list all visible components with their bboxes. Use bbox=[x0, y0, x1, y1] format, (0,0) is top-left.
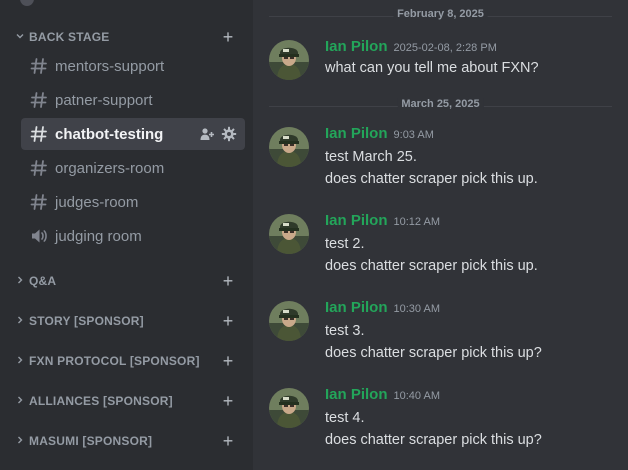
message-text: does chatter scraper pick this up. bbox=[325, 258, 538, 274]
chevron-right-icon bbox=[16, 436, 26, 447]
speaker-icon bbox=[29, 226, 49, 246]
avatar[interactable] bbox=[269, 40, 309, 80]
channel-judging-room[interactable]: judging room bbox=[21, 220, 245, 252]
create-channel-plus-icon[interactable]: + bbox=[220, 352, 236, 370]
message-author[interactable]: Ian Pilon bbox=[325, 212, 388, 229]
channel-label: chatbot-testing bbox=[55, 125, 164, 143]
message-timestamp: 9:03 AM bbox=[393, 129, 434, 141]
message-list: February 8, 2025 Ian Pilon 2025-02-08, 2… bbox=[253, 0, 628, 470]
message-header: Ian Pilon 10:40 AM bbox=[325, 386, 440, 403]
message-author[interactable]: Ian Pilon bbox=[325, 386, 388, 403]
category-story-sponsor[interactable]: STORY [SPONSOR] bbox=[16, 311, 144, 331]
channel-mentors-support[interactable]: mentors-support bbox=[21, 50, 245, 82]
date-divider-label: February 8, 2025 bbox=[393, 8, 488, 20]
channel-sidebar: BACK STAGE + mentors-support patner-supp… bbox=[0, 0, 253, 470]
channel-patner-support[interactable]: patner-support bbox=[21, 84, 245, 116]
message-header: Ian Pilon 2025-02-08, 2:28 PM bbox=[325, 38, 497, 55]
message-text: test March 25. bbox=[325, 149, 417, 165]
category-label: FXN PROTOCOL [SPONSOR] bbox=[29, 354, 200, 368]
avatar[interactable] bbox=[269, 214, 309, 254]
message-text: does chatter scraper pick this up. bbox=[325, 171, 538, 187]
channel-chatbot-testing[interactable]: chatbot-testing bbox=[21, 118, 245, 150]
hash-icon bbox=[29, 158, 49, 178]
create-channel-plus-icon[interactable]: + bbox=[220, 272, 236, 290]
category-label: STORY [SPONSOR] bbox=[29, 314, 144, 328]
chevron-right-icon bbox=[16, 356, 26, 367]
avatar[interactable] bbox=[269, 301, 309, 341]
date-divider-label: March 25, 2025 bbox=[397, 98, 484, 110]
category-label: ALLIANCES [SPONSOR] bbox=[29, 394, 173, 408]
channel-label: mentors-support bbox=[55, 57, 165, 75]
channel-label: judges-room bbox=[55, 193, 139, 211]
message-header: Ian Pilon 10:30 AM bbox=[325, 299, 440, 316]
create-channel-plus-icon[interactable]: + bbox=[220, 392, 236, 410]
category-label: Q&A bbox=[29, 274, 57, 288]
category-back-stage[interactable]: BACK STAGE bbox=[16, 27, 109, 47]
create-channel-plus-icon[interactable]: + bbox=[220, 28, 236, 46]
category-fxn-protocol-sponsor[interactable]: FXN PROTOCOL [SPONSOR] bbox=[16, 351, 200, 371]
chevron-right-icon bbox=[16, 396, 26, 407]
message-author[interactable]: Ian Pilon bbox=[325, 125, 388, 142]
message-timestamp: 10:12 AM bbox=[393, 216, 440, 228]
category-qa[interactable]: Q&A bbox=[16, 271, 56, 291]
date-divider: February 8, 2025 bbox=[269, 8, 612, 20]
hash-icon bbox=[29, 192, 49, 212]
message-header: Ian Pilon 9:03 AM bbox=[325, 125, 434, 142]
message-item[interactable]: Ian Pilon 10:30 AM test 3. does chatter … bbox=[269, 299, 619, 365]
chevron-right-icon bbox=[16, 316, 26, 327]
channel-label: patner-support bbox=[55, 91, 153, 109]
scrolled-item-icon bbox=[20, 0, 34, 6]
create-channel-plus-icon[interactable]: + bbox=[220, 312, 236, 330]
channel-actions bbox=[199, 126, 237, 146]
message-item[interactable]: Ian Pilon 2025-02-08, 2:28 PM what can y… bbox=[269, 38, 619, 86]
message-author[interactable]: Ian Pilon bbox=[325, 38, 388, 55]
date-divider: March 25, 2025 bbox=[269, 98, 612, 110]
message-text: test 4. bbox=[325, 410, 365, 426]
create-channel-plus-icon[interactable]: + bbox=[220, 432, 236, 450]
message-timestamp: 2025-02-08, 2:28 PM bbox=[393, 42, 497, 54]
message-text: test 2. bbox=[325, 236, 365, 252]
message-timestamp: 10:30 AM bbox=[393, 303, 440, 315]
channel-organizers-room[interactable]: organizers-room bbox=[21, 152, 245, 184]
hash-icon bbox=[29, 56, 49, 76]
message-author[interactable]: Ian Pilon bbox=[325, 299, 388, 316]
chevron-down-icon bbox=[16, 32, 26, 43]
channel-label: judging room bbox=[55, 227, 142, 245]
message-text: does chatter scraper pick this up? bbox=[325, 432, 542, 448]
gear-icon[interactable] bbox=[221, 126, 237, 146]
channel-label: organizers-room bbox=[55, 159, 165, 177]
avatar[interactable] bbox=[269, 127, 309, 167]
message-item[interactable]: Ian Pilon 9:03 AM test March 25. does ch… bbox=[269, 125, 619, 191]
message-item[interactable]: Ian Pilon 10:40 AM test 4. does chatter … bbox=[269, 386, 619, 452]
avatar[interactable] bbox=[269, 388, 309, 428]
chevron-right-icon bbox=[16, 276, 26, 287]
message-item[interactable]: Ian Pilon 10:12 AM test 2. does chatter … bbox=[269, 212, 619, 278]
hash-icon bbox=[29, 124, 49, 144]
category-masumi-sponsor[interactable]: MASUMI [SPONSOR] bbox=[16, 431, 152, 451]
category-label: MASUMI [SPONSOR] bbox=[29, 434, 153, 448]
category-label: BACK STAGE bbox=[29, 30, 110, 44]
message-timestamp: 10:40 AM bbox=[393, 390, 440, 402]
hash-icon bbox=[29, 90, 49, 110]
message-text: does chatter scraper pick this up? bbox=[325, 345, 542, 361]
message-text: test 3. bbox=[325, 323, 365, 339]
create-invite-icon[interactable] bbox=[199, 126, 215, 146]
message-header: Ian Pilon 10:12 AM bbox=[325, 212, 440, 229]
message-text: what can you tell me about FXN? bbox=[325, 60, 539, 76]
channel-judges-room[interactable]: judges-room bbox=[21, 186, 245, 218]
category-alliances-sponsor[interactable]: ALLIANCES [SPONSOR] bbox=[16, 391, 173, 411]
